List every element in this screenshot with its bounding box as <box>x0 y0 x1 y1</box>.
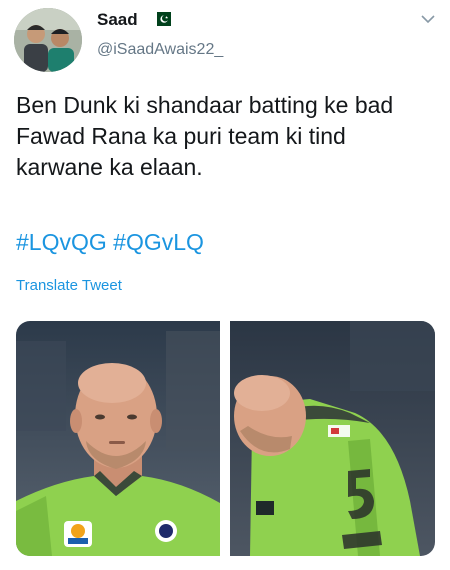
user-handle[interactable]: @iSaadAwais22_ <box>97 41 223 59</box>
player-front-photo <box>16 321 220 556</box>
display-name[interactable]: Saad <box>97 10 138 30</box>
avatar-image <box>14 8 82 72</box>
tweet-photo[interactable] <box>230 321 435 556</box>
tweet-photo[interactable] <box>16 321 220 556</box>
tweet-header: Saad @iSaadAwais22_ <box>0 0 450 80</box>
hashtag-link[interactable]: #LQvQG <box>16 229 107 255</box>
translate-tweet-link[interactable]: Translate Tweet <box>16 277 122 294</box>
tweet-text: Ben Dunk ki shandaar batting ke bad Fawa… <box>16 92 394 180</box>
pakistan-flag-icon <box>152 12 171 26</box>
avatar[interactable] <box>14 8 82 72</box>
hashtag-list: #LQvQG #QGvLQ <box>16 229 204 256</box>
player-back-photo <box>230 321 435 556</box>
chevron-down-icon[interactable] <box>420 13 436 25</box>
hashtag-link[interactable]: #QGvLQ <box>113 229 204 255</box>
